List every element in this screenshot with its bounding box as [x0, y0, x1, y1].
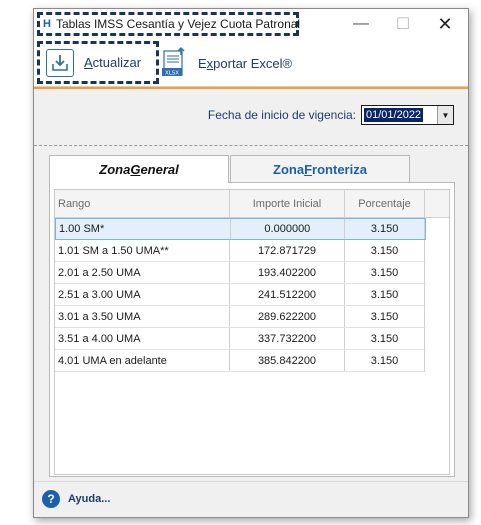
minimize-button[interactable]: — [340, 9, 382, 39]
main-window: H Tablas IMSS Cesantía y Vejez Cuota Pat… [33, 8, 469, 518]
cell-rango: 1.00 SM* [56, 219, 231, 239]
status-bar: ? Ayuda... [34, 481, 468, 517]
maximize-icon: ☐ [395, 16, 411, 33]
rates-table: Rango Importe Inicial Porcentaje 1.00 SM… [54, 189, 450, 475]
header-importe-inicial[interactable]: Importe Inicial [230, 190, 345, 217]
download-icon [46, 48, 74, 77]
date-dropdown[interactable]: 01/01/2022 ▼ [361, 105, 454, 125]
cell-porcentaje: 3.150 [345, 284, 425, 305]
title-bar: H Tablas IMSS Cesantía y Vejez Cuota Pat… [34, 9, 468, 39]
header-porcentaje[interactable]: Porcentaje [345, 190, 425, 217]
cell-porcentaje: 3.150 [345, 219, 425, 239]
section-divider [34, 145, 468, 146]
app-icon: H [43, 18, 51, 30]
minimize-icon: — [353, 15, 369, 32]
table-row[interactable]: 1.01 SM a 1.50 UMA** 172.871729 3.150 [55, 240, 426, 262]
close-icon: ✕ [437, 13, 453, 34]
cell-rango: 2.01 a 2.50 UMA [55, 262, 230, 283]
tab-zona-general[interactable]: Zona General [49, 155, 229, 183]
table-row[interactable]: 3.51 a 4.00 UMA 337.732200 3.150 [55, 328, 426, 350]
window-title: Tablas IMSS Cesantía y Vejez Cuota Patro… [55, 17, 301, 31]
export-excel-label: Exportar Excel® [198, 55, 293, 71]
help-button[interactable]: ? Ayuda... [42, 490, 110, 508]
update-label: Actualizar [84, 55, 142, 70]
date-label: Fecha de inicio de vigencia: [207, 108, 356, 122]
excel-export-icon: XLSX [162, 47, 188, 79]
table-row[interactable]: 4.01 UMA en adelante 385.842200 3.150 [55, 350, 426, 372]
update-button[interactable]: Actualizar [37, 41, 159, 84]
cell-rango: 4.01 UMA en adelante [55, 350, 230, 371]
maximize-button[interactable]: ☐ [382, 9, 424, 39]
cell-importe: 385.842200 [230, 350, 345, 371]
cell-importe: 193.402200 [230, 262, 345, 283]
cell-porcentaje: 3.150 [345, 328, 425, 349]
window-title-area: H Tablas IMSS Cesantía y Vejez Cuota Pat… [37, 12, 301, 36]
cell-porcentaje: 3.150 [345, 262, 425, 283]
cell-importe: 289.622200 [230, 306, 345, 327]
table-row[interactable]: 1.00 SM* 0.000000 3.150 [55, 218, 426, 240]
cell-porcentaje: 3.150 [345, 306, 425, 327]
cell-rango: 3.51 a 4.00 UMA [55, 328, 230, 349]
date-filter-row: Fecha de inicio de vigencia: 01/01/2022 … [34, 105, 468, 127]
toolbar-accent-line [34, 87, 468, 89]
svg-text:XLSX: XLSX [165, 71, 179, 77]
table-row[interactable]: 3.01 a 3.50 UMA 289.622200 3.150 [55, 306, 426, 328]
tab-zona-fronteriza[interactable]: Zona Fronteriza [230, 155, 410, 183]
table-header: Rango Importe Inicial Porcentaje [55, 190, 449, 218]
cell-rango: 2.51 a 3.00 UMA [55, 284, 230, 305]
help-label: Ayuda... [68, 493, 111, 505]
close-button[interactable]: ✕ [424, 9, 466, 39]
cell-importe: 337.732200 [230, 328, 345, 349]
table-row[interactable]: 2.51 a 3.00 UMA 241.512200 3.150 [55, 284, 426, 306]
tab-panel: Rango Importe Inicial Porcentaje 1.00 SM… [49, 182, 455, 477]
cell-importe: 241.512200 [230, 284, 345, 305]
cell-porcentaje: 3.150 [345, 350, 425, 371]
chevron-down-icon[interactable]: ▼ [437, 106, 453, 124]
toolbar: Actualizar XLSX Exportar Excel® [34, 39, 468, 87]
header-rango[interactable]: Rango [55, 190, 230, 217]
cell-rango: 3.01 a 3.50 UMA [55, 306, 230, 327]
help-icon: ? [42, 490, 60, 508]
export-excel-button[interactable]: XLSX Exportar Excel® [162, 45, 292, 81]
cell-importe: 0.000000 [231, 219, 346, 239]
table-row[interactable]: 2.01 a 2.50 UMA 193.402200 3.150 [55, 262, 426, 284]
date-value: 01/01/2022 [364, 108, 424, 122]
cell-importe: 172.871729 [230, 240, 345, 261]
cell-rango: 1.01 SM a 1.50 UMA** [55, 240, 230, 261]
cell-porcentaje: 3.150 [345, 240, 425, 261]
